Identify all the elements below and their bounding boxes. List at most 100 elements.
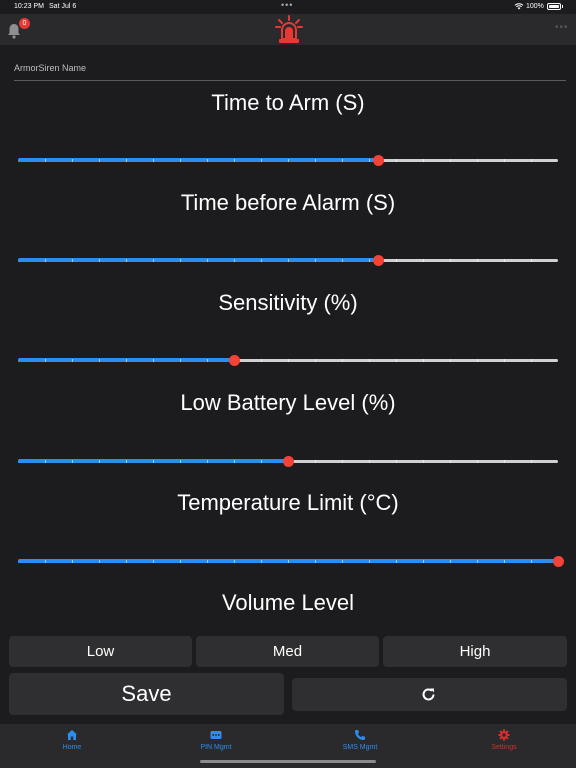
siren-logo-icon: [275, 15, 303, 43]
home-icon: [67, 730, 77, 740]
slider-tick: [126, 460, 127, 463]
slider-tick: [153, 159, 154, 162]
notification-badge: 0: [19, 18, 30, 29]
battery-nub: [562, 5, 563, 8]
slider-tick: [477, 359, 478, 362]
slider-tick: [72, 259, 73, 262]
slider-tick: [153, 259, 154, 262]
slider-tick: [126, 359, 127, 362]
slider-tick: [369, 159, 370, 162]
slider-tick: [531, 259, 532, 262]
sensitivity-label: Sensitivity (%): [218, 290, 358, 315]
slider-tick: [450, 159, 451, 162]
temperature-limit-slider[interactable]: [18, 553, 564, 569]
slider-thumb[interactable]: [373, 255, 384, 266]
slider-tick: [261, 259, 262, 262]
slider-tick: [45, 259, 46, 262]
slider-thumb[interactable]: [229, 355, 240, 366]
slider-thumb[interactable]: [283, 456, 294, 467]
slider-tick: [369, 259, 370, 262]
slider-tick: [369, 560, 370, 563]
slider-tick: [423, 560, 424, 563]
slider-tick: [207, 460, 208, 463]
low-battery-level-label: Low Battery Level (%): [180, 390, 396, 415]
save-button[interactable]: Save: [9, 673, 284, 715]
tab-settings[interactable]: Settings: [432, 724, 576, 768]
status-date: Sat Jul 6: [49, 3, 77, 10]
slider-tick: [315, 460, 316, 463]
slider-tick: [315, 159, 316, 162]
settings-panel: ArmorSiren Name Time to Arm (S) Time bef…: [0, 45, 576, 724]
slider-tick: [261, 460, 262, 463]
slider-tick: [396, 460, 397, 463]
phone-icon: [355, 730, 365, 740]
slider-thumb[interactable]: [373, 155, 384, 166]
slider-tick: [396, 259, 397, 262]
slider-tick: [288, 560, 289, 563]
slider-tick: [531, 460, 532, 463]
slider-tick: [207, 359, 208, 362]
volume-high-button[interactable]: High: [383, 636, 567, 667]
time-to-arm-slider[interactable]: [18, 152, 558, 168]
slider-tick: [99, 560, 100, 563]
slider-tick: [72, 560, 73, 563]
slider-tick: [369, 359, 370, 362]
status-time: 10:23 PM: [14, 3, 44, 10]
slider-tick: [261, 560, 262, 563]
slider-tick: [153, 560, 154, 563]
more-options[interactable]: •••: [555, 22, 569, 33]
slider-tick: [342, 460, 343, 463]
slider-tick: [261, 359, 262, 362]
volume-med-button[interactable]: Med: [196, 636, 379, 667]
slider-tick: [72, 359, 73, 362]
slider-tick: [450, 259, 451, 262]
slider-tick: [342, 159, 343, 162]
slider-tick: [477, 460, 478, 463]
slider-tick: [423, 359, 424, 362]
slider-tick: [180, 359, 181, 362]
slider-tick: [207, 159, 208, 162]
volume-low-button[interactable]: Low: [9, 636, 192, 667]
temperature-limit-label: Temperature Limit (°C): [177, 490, 399, 515]
slider-tick: [423, 460, 424, 463]
slider-tick: [315, 359, 316, 362]
slider-tick: [423, 159, 424, 162]
slider-ticks: [18, 359, 558, 362]
slider-tick: [342, 560, 343, 563]
slider-tick: [477, 560, 478, 563]
slider-ticks: [18, 560, 558, 563]
sensitivity-slider[interactable]: [18, 352, 558, 368]
volume-level-label: Volume Level: [221, 590, 355, 615]
time-before-alarm-slider[interactable]: [18, 252, 558, 268]
home-indicator[interactable]: [200, 760, 376, 763]
slider-tick: [342, 359, 343, 362]
slider-tick: [99, 359, 100, 362]
slider-tick: [180, 460, 181, 463]
slider-tick: [126, 259, 127, 262]
slider-tick: [342, 259, 343, 262]
slider-tick: [396, 560, 397, 563]
low-battery-level-slider[interactable]: [18, 453, 558, 469]
battery-percent: 100%: [526, 3, 544, 10]
slider-ticks: [18, 259, 558, 262]
slider-tick: [315, 259, 316, 262]
slider-tick: [99, 159, 100, 162]
slider-tick: [180, 259, 181, 262]
slider-tick: [288, 359, 289, 362]
slider-thumb[interactable]: [553, 556, 564, 567]
time-before-alarm-label: Time before Alarm (S): [180, 190, 396, 215]
tab-sms-mgmt-label: SMS Mgmt: [342, 744, 378, 751]
tab-home-label: Home: [62, 744, 82, 751]
siren-name-placeholder: ArmorSiren Name: [14, 63, 87, 73]
slider-tick: [477, 259, 478, 262]
siren-name-input[interactable]: ArmorSiren Name: [14, 62, 566, 81]
slider-tick: [396, 359, 397, 362]
reset-button[interactable]: [292, 678, 567, 711]
slider-tick: [531, 359, 532, 362]
slider-tick: [234, 460, 235, 463]
multitasking-dots[interactable]: •••: [281, 0, 293, 10]
battery-icon: [547, 3, 561, 10]
slider-tick: [207, 560, 208, 563]
tab-home[interactable]: Home: [0, 724, 144, 768]
app-header: 0 •••: [0, 14, 576, 45]
